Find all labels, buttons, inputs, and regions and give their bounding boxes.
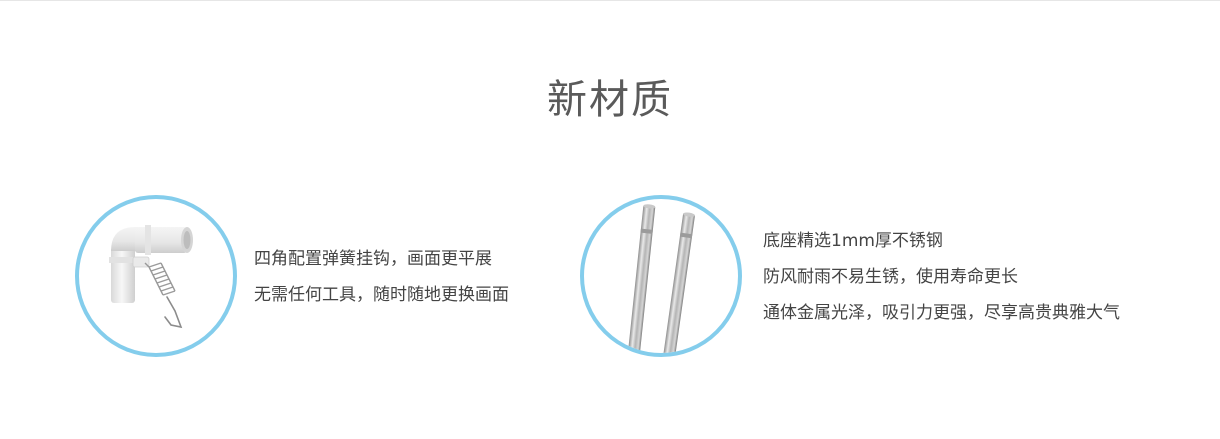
feature-line: 无需任何工具，随时随地更换画面 [254, 285, 509, 305]
section-title: 新材质 [547, 77, 673, 123]
feature-line: 防风耐雨不易生锈，使用寿命更长 [763, 267, 1018, 287]
elbow-hook-illustration [109, 225, 193, 329]
steel-rods-illustration [627, 204, 695, 353]
feature-line: 底座精选1mm厚不锈钢 [763, 231, 943, 251]
elbow-hook-description: 四角配置弹簧挂钩，画面更平展 无需任何工具，随时随地更换画面 [254, 241, 509, 313]
feature-line: 通体金属光泽，吸引力更强，尽享高贵典雅大气 [763, 303, 1120, 323]
top-divider [0, 0, 1220, 1]
steel-rods-description: 底座精选1mm厚不锈钢 防风耐雨不易生锈，使用寿命更长 通体金属光泽，吸引力更强… [763, 223, 1120, 331]
elbow-hook-image [75, 195, 237, 357]
feature-line: 四角配置弹簧挂钩，画面更平展 [254, 249, 492, 269]
steel-rods-image [580, 195, 742, 357]
